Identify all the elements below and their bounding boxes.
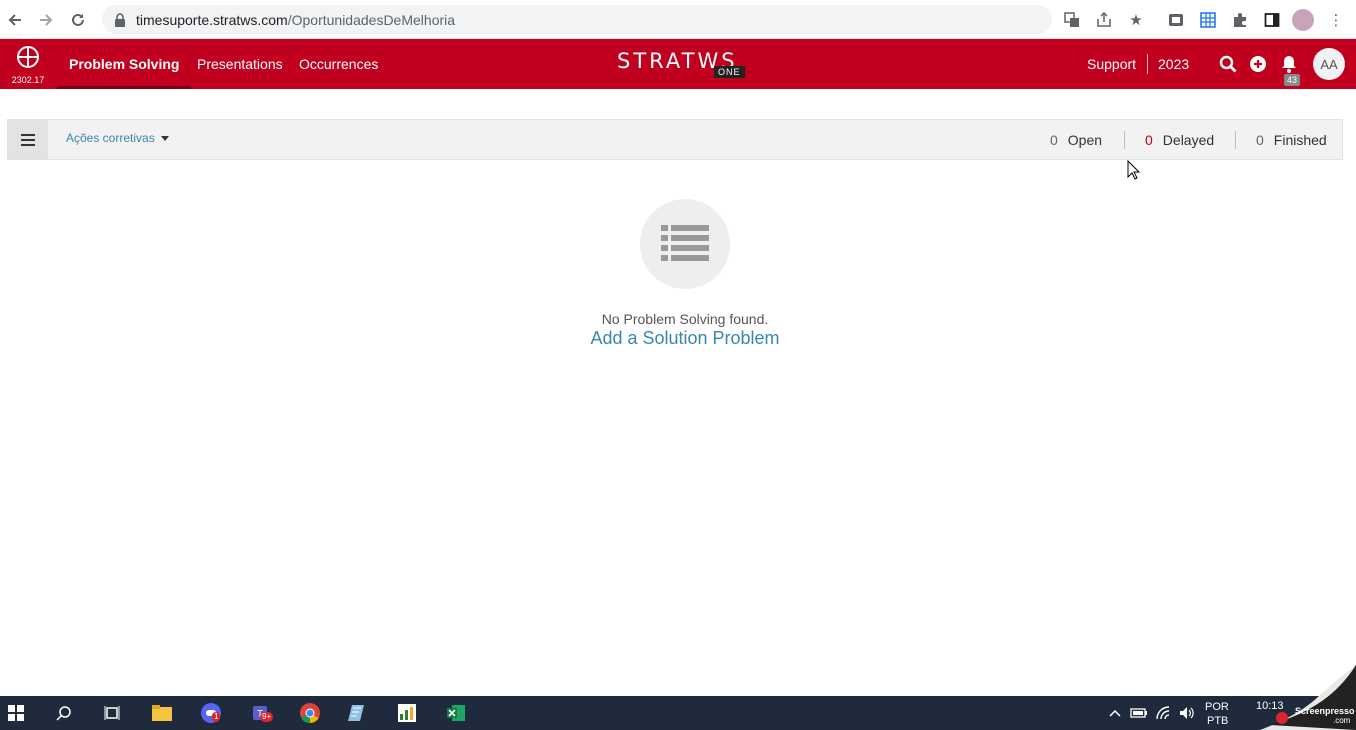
list-icon bbox=[661, 225, 709, 261]
bookmark-star-icon[interactable]: ★ bbox=[1126, 10, 1146, 30]
chrome-icon[interactable] bbox=[299, 703, 321, 723]
side-panel-icon[interactable] bbox=[1262, 10, 1282, 30]
header-divider bbox=[1147, 54, 1148, 74]
chevron-down-icon bbox=[160, 135, 169, 141]
screenpresso-label: Screenpresso bbox=[1295, 706, 1355, 716]
add-solution-problem-link[interactable]: Add a Solution Problem bbox=[0, 328, 1356, 349]
task-view-icon[interactable] bbox=[101, 703, 123, 723]
forward-icon[interactable] bbox=[31, 5, 61, 35]
stat-open[interactable]: 0 Open bbox=[1050, 132, 1102, 148]
stat-open-count: 0 bbox=[1050, 132, 1058, 148]
stat-open-label: Open bbox=[1067, 132, 1103, 148]
filter-dropdown[interactable]: Ações corretivas bbox=[66, 131, 169, 145]
address-bar[interactable]: timesuporte.stratws.com/OportunidadesDeM… bbox=[102, 5, 1052, 34]
chart-app-icon[interactable] bbox=[396, 703, 418, 723]
excel-icon[interactable] bbox=[445, 703, 467, 723]
stat-delayed-label: Delayed bbox=[1162, 132, 1215, 148]
mouse-cursor-icon bbox=[1127, 160, 1141, 180]
back-icon[interactable] bbox=[0, 5, 30, 35]
share-icon[interactable] bbox=[1094, 10, 1114, 30]
file-explorer-icon[interactable] bbox=[151, 703, 173, 723]
lock-icon bbox=[115, 12, 125, 27]
input-language-bottom[interactable]: PTB bbox=[1207, 714, 1228, 728]
stat-delayed[interactable]: 0 Delayed bbox=[1145, 132, 1214, 148]
stat-finished[interactable]: 0 Finished bbox=[1256, 132, 1327, 148]
empty-state-message: No Problem Solving found. bbox=[601, 311, 769, 327]
list-toolbar: Ações corretivas 0 Open 0 Delayed 0 Finishe… bbox=[7, 119, 1343, 160]
volume-icon[interactable] bbox=[1176, 703, 1198, 723]
notification-badge: 43 bbox=[1284, 74, 1301, 86]
brand-logo-suffix: ONE bbox=[714, 66, 745, 78]
input-language-top[interactable]: POR bbox=[1205, 700, 1229, 714]
chevron-up-icon[interactable] bbox=[1104, 703, 1126, 723]
extension-grid-icon[interactable] bbox=[1198, 10, 1218, 30]
stat-finished-label: Finished bbox=[1273, 132, 1327, 148]
extension-cast-icon[interactable] bbox=[1166, 10, 1186, 30]
app-header: 2302.17 Problem Solving Presentations Oc… bbox=[0, 39, 1356, 89]
nav-occurrences[interactable]: Occurrences bbox=[299, 39, 378, 89]
bell-icon[interactable] bbox=[1279, 54, 1299, 74]
windows-start-icon[interactable] bbox=[5, 703, 27, 723]
nav-problem-solving[interactable]: Problem Solving bbox=[56, 39, 192, 89]
teams-badge: 9+ bbox=[260, 712, 274, 722]
battery-icon[interactable] bbox=[1128, 703, 1150, 723]
search-icon[interactable] bbox=[1218, 54, 1238, 74]
stat-divider bbox=[1235, 131, 1236, 149]
windows-taskbar: 1 T 9+ POR PTB 10:13 bbox=[0, 696, 1356, 730]
add-circle-icon[interactable] bbox=[1248, 54, 1268, 74]
year-selector[interactable]: 2023 bbox=[1158, 39, 1189, 89]
reload-icon[interactable] bbox=[63, 5, 93, 35]
profile-avatar-icon[interactable] bbox=[1292, 9, 1314, 31]
filter-label: Ações corretivas bbox=[66, 131, 155, 145]
notepad-icon[interactable] bbox=[347, 703, 369, 723]
nav-presentations[interactable]: Presentations bbox=[197, 39, 283, 89]
extensions-puzzle-icon[interactable] bbox=[1230, 10, 1250, 30]
wifi-icon[interactable] bbox=[1153, 703, 1175, 723]
empty-list-illustration bbox=[640, 199, 730, 289]
stat-delayed-count: 0 bbox=[1145, 132, 1153, 148]
stat-divider bbox=[1124, 131, 1125, 149]
url-host: timesuporte.stratws.com bbox=[136, 11, 288, 28]
app-logo[interactable]: 2302.17 bbox=[10, 45, 46, 85]
stat-finished-count: 0 bbox=[1256, 132, 1264, 148]
app-version: 2302.17 bbox=[11, 75, 45, 85]
support-link[interactable]: Support bbox=[1087, 39, 1136, 89]
url-path: /OportunidadesDeMelhoria bbox=[287, 11, 456, 28]
browser-toolbar: timesuporte.stratws.com/OportunidadesDeM… bbox=[0, 0, 1356, 39]
screenpresso-suffix: .com bbox=[1333, 716, 1351, 725]
translate-icon[interactable] bbox=[1062, 10, 1082, 30]
kebab-menu-icon[interactable]: ⋮ bbox=[1326, 10, 1346, 30]
taskbar-search-icon[interactable] bbox=[53, 703, 75, 723]
globe-icon bbox=[17, 46, 39, 68]
hamburger-menu-button[interactable] bbox=[8, 120, 48, 159]
user-avatar[interactable]: AA bbox=[1313, 48, 1345, 80]
hamburger-icon bbox=[21, 133, 35, 146]
